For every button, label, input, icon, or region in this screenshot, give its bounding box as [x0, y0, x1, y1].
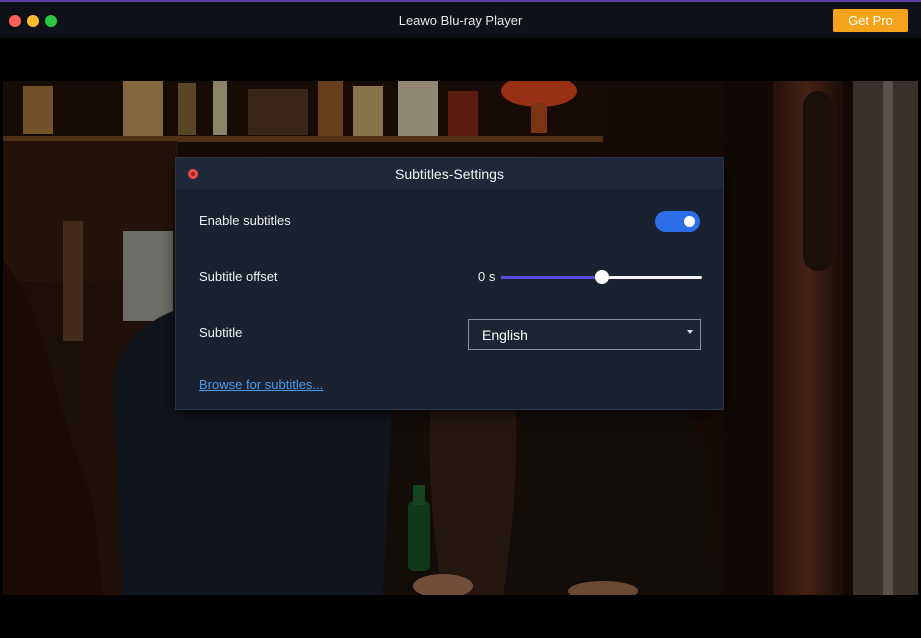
app-title: Leawo Blu-ray Player	[398, 13, 523, 28]
toggle-knob	[684, 216, 695, 227]
slider-fill	[501, 276, 602, 279]
get-pro-button[interactable]: Get Pro	[833, 9, 908, 32]
subtitle-offset-label: Subtitle offset	[199, 269, 278, 284]
subtitle-offset-slider[interactable]	[501, 268, 702, 287]
slider-thumb[interactable]	[595, 270, 609, 284]
title-bar: Leawo Blu-ray Player Get Pro	[0, 2, 921, 38]
dialog-title: Subtitles-Settings	[395, 166, 504, 182]
subtitle-label: Subtitle	[199, 325, 243, 340]
dialog-header: Subtitles-Settings	[176, 158, 723, 189]
enable-subtitles-toggle[interactable]	[655, 211, 700, 232]
enable-subtitles-label: Enable subtitles	[199, 213, 291, 228]
subtitle-select-value: English	[482, 327, 528, 343]
app-window: Leawo Blu-ray Player Get Pro Subtitles-S…	[0, 0, 921, 638]
chevron-down-icon	[687, 330, 693, 334]
browse-subtitles-link[interactable]: Browse for subtitles...	[199, 377, 323, 392]
subtitles-settings-dialog: Subtitles-Settings Enable subtitles Subt…	[175, 157, 724, 410]
subtitle-select[interactable]: English	[468, 319, 701, 350]
subtitle-offset-value: 0 s	[478, 269, 496, 284]
